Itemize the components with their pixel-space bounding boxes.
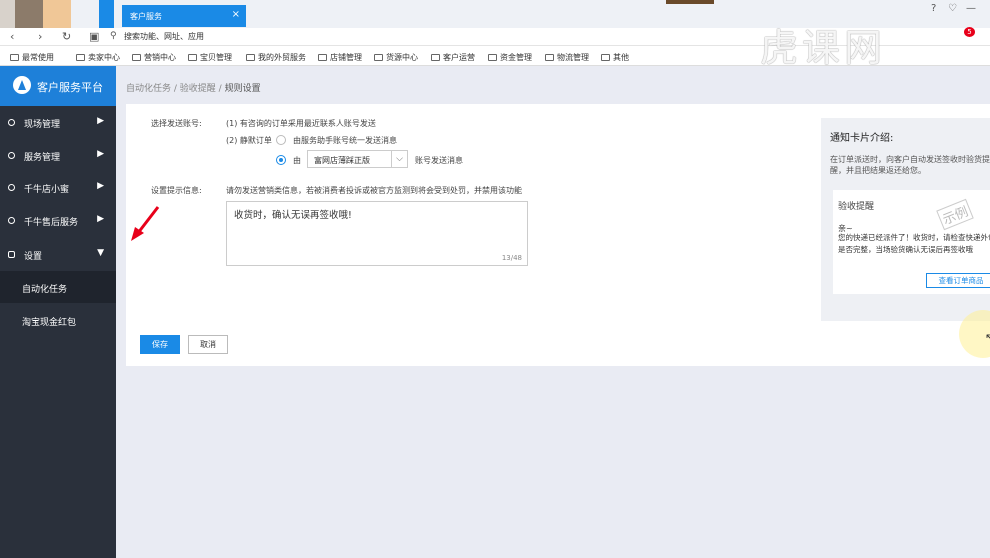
radio-service-account[interactable]	[276, 135, 286, 145]
account-select[interactable]: 富网店薄踩正版 ⌵	[307, 150, 408, 168]
pin-icon	[8, 119, 15, 126]
sidebar-item-store-bot[interactable]: 千牛店小蜜 ▶	[0, 172, 116, 204]
back-icon[interactable]: ‹	[10, 30, 14, 43]
bookmark-item[interactable]: 我的外贸服务	[246, 52, 306, 63]
bookmark-item[interactable]: 营销中心	[132, 52, 176, 63]
gear-icon	[8, 251, 15, 258]
message-text: 收货时，确认无误再签收哦!	[234, 210, 352, 221]
folder-icon	[132, 54, 141, 61]
close-icon[interactable]: ×	[232, 9, 240, 20]
chevron-down-icon: ▼	[97, 248, 104, 258]
sidebar-item-settings[interactable]: 设置 ▼	[0, 239, 116, 271]
sidebar: 客户服务平台 现场管理 ▶ 服务管理 ▶ 千牛店小蜜 ▶ 千牛售后服务 ▶ 设置…	[0, 66, 116, 558]
folder-icon	[545, 54, 554, 61]
bookmark-item[interactable]: 卖家中心	[76, 52, 120, 63]
sample-stamp: 示例	[936, 198, 974, 231]
chevron-right-icon: ▶	[97, 181, 104, 191]
bell-icon	[8, 152, 15, 159]
bookmark-item[interactable]: 其他	[601, 52, 629, 63]
folder-icon	[488, 54, 497, 61]
address-input[interactable]: 搜索功能、网址、应用	[124, 31, 204, 42]
option-custom-suffix: 账号发送消息	[415, 156, 463, 165]
tab-title: 客户服务	[130, 12, 162, 21]
minimize-icon[interactable]: —	[966, 3, 976, 14]
panel-description: 在订单派送时，向客户自动发送签收时验货提醒，并且把结果返还给您。	[830, 155, 990, 175]
folder-icon	[246, 54, 255, 61]
panel-title: 通知卡片介绍:	[830, 133, 894, 144]
brand-name: 客户服务平台	[37, 81, 103, 94]
save-button[interactable]: 保存	[140, 335, 180, 354]
preview-body: 您的快递已经派件了！收货时，请检查快递外包装是否完整，当场验货确认无误后再签收哦	[838, 233, 990, 254]
folder-icon	[318, 54, 327, 61]
account-select-value: 富网店薄踩正版	[314, 156, 370, 165]
bookmark-item[interactable]: 物流管理	[545, 52, 589, 63]
bookmark-item[interactable]: 资金管理	[488, 52, 532, 63]
rule-silent-order: (2) 静默订单	[226, 136, 272, 145]
thumbnail-swatch	[43, 0, 71, 28]
thumbnail-swatch	[0, 0, 15, 28]
rule-recent-contact: (1) 有咨询的订单采用最近联系人账号发送	[226, 119, 376, 128]
sidebar-item-after-sales[interactable]: 千牛售后服务 ▶	[0, 205, 116, 237]
option-custom-prefix: 由	[293, 156, 301, 165]
watermark-logo: 虎课网	[760, 26, 887, 70]
bookmark-item[interactable]: 宝贝管理	[188, 52, 232, 63]
preview-card: 验收提醒 示例 亲~ 您的快递已经派件了！收货时，请检查快递外包装是否完整，当场…	[833, 190, 990, 294]
chevron-right-icon: ▶	[97, 149, 104, 159]
bot-icon	[8, 184, 15, 191]
sidebar-subitem-red-packet[interactable]: 淘宝现金红包	[0, 304, 116, 336]
folder-icon	[188, 54, 197, 61]
thumbnail-swatch	[99, 0, 114, 28]
folder-icon	[374, 54, 383, 61]
sidebar-item-service[interactable]: 服务管理 ▶	[0, 140, 116, 172]
tip-label: 设置提示信息:	[151, 186, 202, 195]
brand-logo[interactable]: 客户服务平台	[0, 66, 116, 106]
breadcrumb-acceptance[interactable]: 验收提醒	[180, 84, 216, 94]
tab-customer-service[interactable]: 客户服务 ×	[122, 5, 246, 27]
window-icon[interactable]: ▣	[89, 30, 99, 43]
chevron-down-icon: ⌵	[391, 151, 407, 167]
help-icon[interactable]: ?	[931, 3, 936, 14]
chevron-right-icon: ▶	[97, 116, 104, 126]
refresh-icon[interactable]: ↻	[62, 30, 71, 43]
char-count: 13/48	[501, 254, 522, 262]
annotation-arrow-icon	[131, 206, 160, 241]
circle-icon	[8, 217, 15, 224]
option-service-account: 由服务助手账号统一发送消息	[293, 136, 397, 145]
search-icon: ⚲	[110, 31, 117, 41]
chevron-right-icon: ▶	[97, 214, 104, 224]
folder-icon	[601, 54, 610, 61]
thumbnail-swatch	[15, 0, 43, 28]
breadcrumb-current: 规则设置	[224, 84, 261, 94]
sidebar-item-onsite[interactable]: 现场管理 ▶	[0, 107, 116, 139]
logo-icon	[13, 76, 31, 94]
thumbnail-swatch	[666, 0, 714, 4]
view-order-button[interactable]: 查看订单商品	[926, 273, 990, 288]
notification-badge: 5	[964, 27, 975, 37]
folder-icon	[10, 54, 19, 61]
sidebar-subitem-automation[interactable]: 自动化任务	[0, 271, 116, 303]
breadcrumb: 自动化任务 / 验收提醒 / 规则设置	[126, 84, 261, 94]
mouse-cursor-icon: ↖	[985, 331, 990, 344]
preview-card-title: 验收提醒	[838, 202, 875, 212]
forward-icon[interactable]: ›	[38, 30, 42, 43]
folder-icon	[76, 54, 85, 61]
bookmark-item[interactable]: 货源中心	[374, 52, 418, 63]
folder-icon	[431, 54, 440, 61]
radio-custom-account[interactable]	[276, 155, 286, 165]
bookmark-item[interactable]: 店铺管理	[318, 52, 362, 63]
cancel-button[interactable]: 取消	[188, 335, 228, 354]
bookmark-item[interactable]: 客户运营	[431, 52, 475, 63]
bookmark-item[interactable]: 最常使用	[10, 52, 54, 63]
breadcrumb-automation[interactable]: 自动化任务	[126, 84, 171, 94]
message-textarea[interactable]: 收货时，确认无误再签收哦! 13/48	[226, 201, 528, 266]
card-intro-panel: 通知卡片介绍: 在订单派送时，向客户自动发送签收时验货提醒，并且把结果返还给您。…	[821, 118, 990, 321]
heart-icon[interactable]: ♡	[948, 3, 957, 14]
account-label: 选择发送账号:	[151, 119, 202, 128]
tip-warning: 请勿发送营销类信息，若被消费者投诉或被官方监测到将会受到处罚，并禁用该功能	[226, 186, 522, 195]
